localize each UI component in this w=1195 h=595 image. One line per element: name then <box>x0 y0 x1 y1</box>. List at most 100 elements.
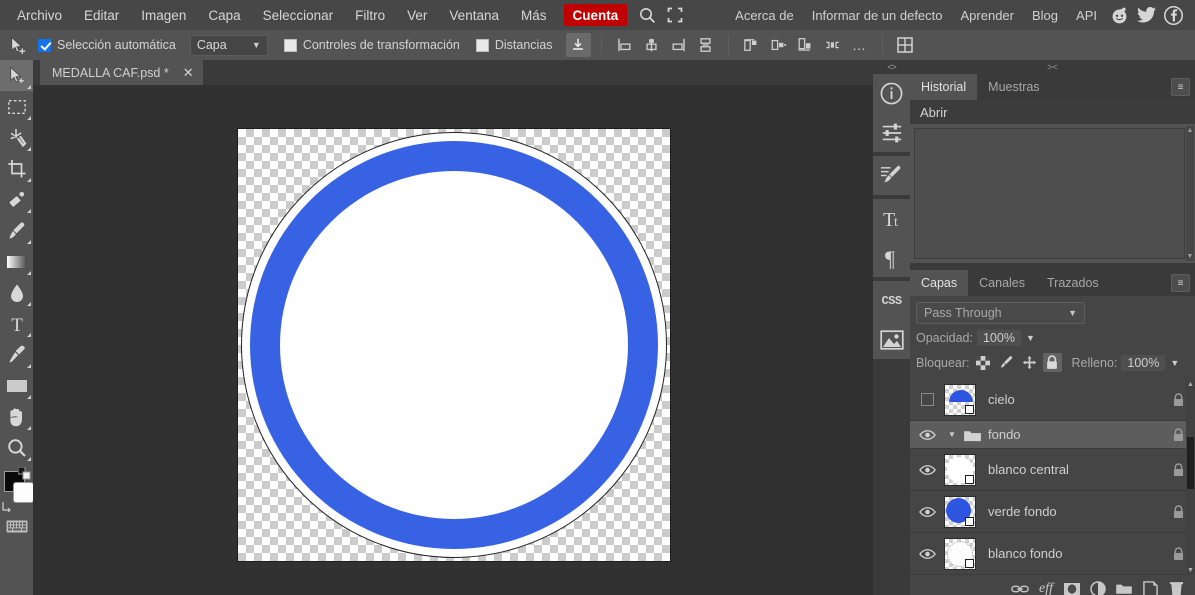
layer-visibility-toggle[interactable] <box>910 464 944 476</box>
transform-controls-check-box[interactable] <box>283 38 297 52</box>
menu-ver[interactable]: Ver <box>396 0 438 30</box>
layer-thumbnail[interactable] <box>944 495 976 528</box>
menu-acerca-de[interactable]: Acerca de <box>726 0 803 30</box>
new-group-icon[interactable] <box>1111 578 1137 595</box>
reddit-icon[interactable] <box>1106 0 1133 30</box>
new-layer-icon[interactable] <box>1137 578 1163 595</box>
menu-seleccionar[interactable]: Seleccionar <box>252 0 345 30</box>
collapse-panels-icon[interactable]: <> <box>873 60 910 74</box>
account-button[interactable]: Cuenta <box>563 4 628 26</box>
swap-colors-icon[interactable] <box>18 467 31 480</box>
history-scrollbar[interactable]: ▲ ▼ <box>1186 126 1194 261</box>
menu-capa[interactable]: Capa <box>197 0 251 30</box>
menu-api[interactable]: API <box>1067 0 1106 30</box>
canvas-area[interactable] <box>33 85 873 595</box>
eyedropper-tool[interactable] <box>0 184 33 215</box>
pen-tool[interactable] <box>0 339 33 370</box>
hand-tool[interactable] <box>0 401 33 432</box>
tab-capas[interactable]: Capas <box>910 270 969 296</box>
layer-thumbnail[interactable] <box>944 453 976 486</box>
lock-all-icon[interactable] <box>1042 353 1062 372</box>
scroll-down-icon[interactable]: ▼ <box>1186 252 1194 261</box>
opacity-value[interactable]: 100% <box>976 330 1021 346</box>
menu-blog[interactable]: Blog <box>1023 0 1067 30</box>
move-tool-icon[interactable] <box>4 32 30 58</box>
twitter-icon[interactable] <box>1133 0 1160 30</box>
menu-imagen[interactable]: Imagen <box>130 0 197 30</box>
menu-aprender[interactable]: Aprender <box>952 0 1023 30</box>
type-tool[interactable]: T <box>0 308 33 339</box>
paragraph-icon[interactable]: ¶ <box>873 238 910 277</box>
crop-tool[interactable] <box>0 153 33 184</box>
color-swatches[interactable] <box>0 467 34 513</box>
distribute-spacing-icon[interactable] <box>820 33 845 57</box>
eye-off-icon[interactable] <box>920 393 934 406</box>
document-tab[interactable]: MEDALLA CAF.psd * ✕ <box>40 60 203 85</box>
layer-lock-icon[interactable] <box>1172 462 1185 477</box>
distances-checkbox[interactable]: Distancias <box>475 38 553 52</box>
scroll-up-icon[interactable]: ▲ <box>1186 126 1194 135</box>
tab-canales[interactable]: Canales <box>968 270 1037 296</box>
history-list[interactable]: Abrir ▲ ▼ <box>910 100 1195 263</box>
menu-filtro[interactable]: Filtro <box>344 0 396 30</box>
move-tool[interactable] <box>0 60 33 91</box>
distribute-middle-icon[interactable] <box>766 33 791 57</box>
image-icon[interactable] <box>873 320 910 359</box>
adjustment-layer-icon[interactable] <box>1085 578 1111 595</box>
gradient-tool[interactable] <box>0 246 33 277</box>
layer-name[interactable]: fondo <box>988 427 1021 442</box>
transform-controls-checkbox[interactable]: Controles de transformación <box>283 38 460 52</box>
panel-menu-icon[interactable]: ≡ <box>1171 274 1190 292</box>
delete-layer-icon[interactable] <box>1163 578 1189 595</box>
link-layers-icon[interactable] <box>1007 578 1033 595</box>
layer-thumbnail[interactable] <box>944 383 976 416</box>
shape-tool[interactable] <box>0 370 33 401</box>
menu-editar[interactable]: Editar <box>73 0 130 30</box>
history-entry-abrir[interactable]: Abrir <box>910 100 1195 124</box>
paintbrush-tool[interactable] <box>0 215 33 246</box>
layer-visibility-toggle[interactable] <box>910 393 944 406</box>
blend-mode-select[interactable]: Pass Through ▼ <box>916 302 1085 324</box>
lock-transparency-icon[interactable] <box>974 353 993 372</box>
table-row[interactable]: cielo <box>910 379 1195 421</box>
group-expand-icon[interactable]: ▼ <box>944 430 960 439</box>
rectangular-marquee-tool[interactable] <box>0 91 33 122</box>
tab-trazados[interactable]: Trazados <box>1036 270 1110 296</box>
distribute-bottom-icon[interactable] <box>793 33 818 57</box>
layer-visibility-toggle[interactable] <box>910 429 944 441</box>
fill-value[interactable]: 100% <box>1121 354 1166 371</box>
more-options-icon[interactable]: … <box>847 33 872 57</box>
facebook-icon[interactable] <box>1160 0 1187 30</box>
layer-lock-icon[interactable] <box>1172 504 1185 519</box>
layer-lock-icon[interactable] <box>1172 392 1185 407</box>
table-row[interactable]: verde fondo <box>910 491 1195 533</box>
align-horizontal-centers-icon[interactable] <box>639 33 664 57</box>
scroll-up-icon[interactable]: ▲ <box>1186 379 1195 389</box>
menu-archivo[interactable]: Archivo <box>6 0 73 30</box>
scrollbar-thumb[interactable] <box>1187 437 1194 489</box>
css-icon[interactable]: CSS <box>873 281 910 320</box>
align-vertical-centers-icon[interactable] <box>693 33 718 57</box>
close-icon[interactable]: ✕ <box>183 65 194 81</box>
distances-check-box[interactable] <box>475 38 489 52</box>
align-download-icon[interactable] <box>565 33 591 57</box>
layer-thumbnail[interactable] <box>944 537 976 570</box>
auto-select-checkbox[interactable]: Selección automática <box>38 38 176 52</box>
collapse-icon[interactable]: >< <box>910 60 1195 74</box>
menu-ventana[interactable]: Ventana <box>438 0 510 30</box>
blur-tool[interactable] <box>0 277 33 308</box>
grid-view-icon[interactable] <box>893 33 918 57</box>
auto-select-check-box[interactable] <box>38 38 51 52</box>
menu-mas[interactable]: Más <box>510 0 558 30</box>
layer-name[interactable]: blanco central <box>988 462 1069 477</box>
background-color-swatch[interactable] <box>13 482 34 503</box>
search-icon[interactable] <box>633 0 661 30</box>
align-right-edges-icon[interactable] <box>666 33 691 57</box>
layer-mask-icon[interactable] <box>1059 578 1085 595</box>
lock-position-icon[interactable] <box>1020 353 1039 372</box>
layer-lock-icon[interactable] <box>1172 546 1185 561</box>
adjustments-icon[interactable] <box>873 113 910 152</box>
layer-name[interactable]: cielo <box>988 392 1015 407</box>
artboard[interactable] <box>238 129 670 561</box>
layers-scrollbar[interactable]: ▲ ▼ <box>1186 379 1195 575</box>
